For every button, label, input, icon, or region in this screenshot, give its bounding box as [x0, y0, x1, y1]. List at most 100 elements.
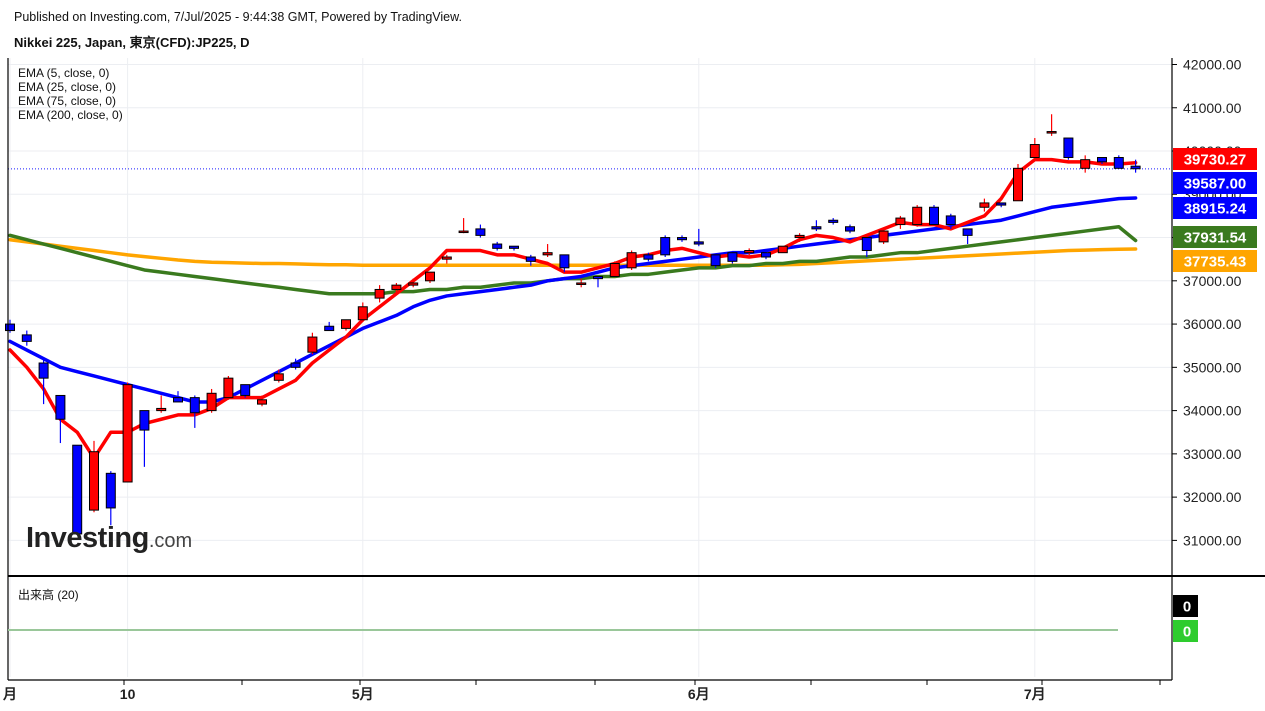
candle-body: [240, 384, 251, 396]
candle-body: [509, 245, 519, 249]
symbol-title: Nikkei 225, Japan, 東京(CFD):JP225, D: [14, 35, 250, 50]
indicator-legend: EMA (5, close, 0) EMA (25, close, 0) EMA…: [18, 66, 123, 122]
ema-lines: [8, 157, 1138, 460]
volume-badge-label: 0: [1183, 599, 1191, 616]
candle-body: [525, 256, 536, 262]
candle-body: [542, 252, 553, 256]
legend-ema200[interactable]: EMA (200, close, 0): [18, 108, 123, 122]
price-label-ema75: 37931.54: [1184, 230, 1247, 247]
candle-body: [979, 202, 990, 208]
legend-ema75[interactable]: EMA (75, close, 0): [18, 94, 123, 108]
price-labels: 39730.27 39587.00 38915.24 37931.54 37735.43: [1173, 148, 1257, 272]
candle-body: [458, 230, 469, 234]
ema5-line: [8, 157, 1138, 460]
candle-body: [1046, 131, 1057, 134]
y-tick-label: 36000.00: [1183, 316, 1242, 332]
candle-body: [189, 397, 200, 414]
candle-body: [643, 254, 654, 260]
y-tick-label: 31000.00: [1183, 532, 1242, 548]
candle-body: [845, 226, 855, 232]
candle-body: [324, 325, 335, 332]
candle-body: [156, 407, 167, 412]
ema200-line: [8, 237, 1138, 267]
x-tick-label: 月: [2, 686, 17, 702]
candle-body: [878, 230, 889, 243]
logo-suffix: .com: [148, 530, 193, 552]
candle-body: [89, 451, 99, 511]
candle-body: [609, 263, 620, 277]
candle-body: [475, 228, 486, 236]
candle-body: [1080, 159, 1091, 169]
candle-body: [122, 384, 133, 483]
candle-body: [391, 284, 402, 290]
candle-body: [660, 237, 671, 256]
candle-body: [559, 254, 570, 269]
candle-body: [945, 215, 956, 226]
volume-indicator-title[interactable]: 出来高 (20): [18, 586, 79, 603]
candle-body: [72, 444, 83, 535]
candle-body: [38, 362, 49, 379]
candle-body: [105, 472, 116, 509]
candle-body: [1097, 157, 1107, 163]
candle-body: [5, 323, 15, 332]
x-tick-label: 10: [120, 686, 136, 702]
x-tick-label: 6月: [688, 686, 710, 702]
candle-body: [1029, 144, 1040, 159]
candle-body: [693, 241, 704, 245]
candle-body: [1113, 157, 1124, 169]
candle-body: [374, 288, 385, 299]
candle-body: [290, 362, 301, 368]
candle-body: [861, 237, 872, 252]
candle-body: [962, 228, 973, 236]
y-tick-label: 34000.00: [1183, 403, 1242, 419]
y-tick-label: 37000.00: [1183, 273, 1242, 289]
price-label-ema5: 39730.27: [1184, 152, 1247, 169]
candle-body: [206, 392, 217, 412]
candle-body: [794, 234, 805, 239]
y-tick-label: 35000.00: [1183, 359, 1242, 375]
published-info: Published on Investing.com, 7/Jul/2025 -…: [14, 10, 462, 24]
candle-body: [223, 377, 234, 399]
axes: 42000.0041000.0040000.0039000.0038000.00…: [2, 56, 1265, 702]
price-chart[interactable]: 42000.0041000.0040000.0039000.0038000.00…: [0, 0, 1265, 711]
volume-pane: 00: [8, 595, 1198, 642]
candle-body: [576, 282, 587, 285]
x-tick-label: 5月: [352, 686, 374, 702]
candle-body: [139, 410, 150, 431]
candle-body: [273, 373, 284, 381]
candle-body: [21, 334, 32, 342]
candle-body: [1130, 165, 1141, 170]
candle-body: [996, 202, 1007, 206]
candle-body: [1063, 137, 1074, 159]
x-tick-label: 7月: [1024, 686, 1046, 702]
candle-body: [710, 254, 721, 267]
investing-logo: Investing.com: [26, 522, 192, 555]
y-tick-label: 42000.00: [1183, 56, 1242, 72]
candle-body: [777, 245, 788, 254]
price-label-last: 39587.00: [1184, 176, 1247, 193]
candle-body: [677, 237, 687, 241]
candle-body: [441, 256, 452, 260]
candle-body: [761, 252, 771, 258]
candle-body: [895, 217, 906, 226]
candle-body: [811, 226, 822, 230]
candle-body: [1013, 167, 1023, 202]
logo-main: Investing: [26, 522, 149, 554]
candle-body: [307, 336, 318, 353]
candle-body: [173, 397, 183, 403]
legend-ema25[interactable]: EMA (25, close, 0): [18, 80, 123, 94]
candle-body: [727, 252, 738, 262]
candle-body: [55, 394, 66, 420]
candle-body: [929, 206, 939, 226]
candle-body: [408, 282, 419, 286]
candle-body: [744, 250, 755, 254]
candle-body: [357, 306, 368, 321]
y-tick-label: 33000.00: [1183, 446, 1242, 462]
candle-body: [828, 219, 839, 223]
price-label-ema200: 37735.43: [1184, 254, 1247, 271]
legend-ema5[interactable]: EMA (5, close, 0): [18, 66, 123, 80]
candle-body: [492, 243, 503, 249]
volume-badge-label: 0: [1183, 624, 1191, 641]
candle-body: [626, 252, 637, 269]
price-label-ema25: 38915.24: [1184, 201, 1247, 218]
